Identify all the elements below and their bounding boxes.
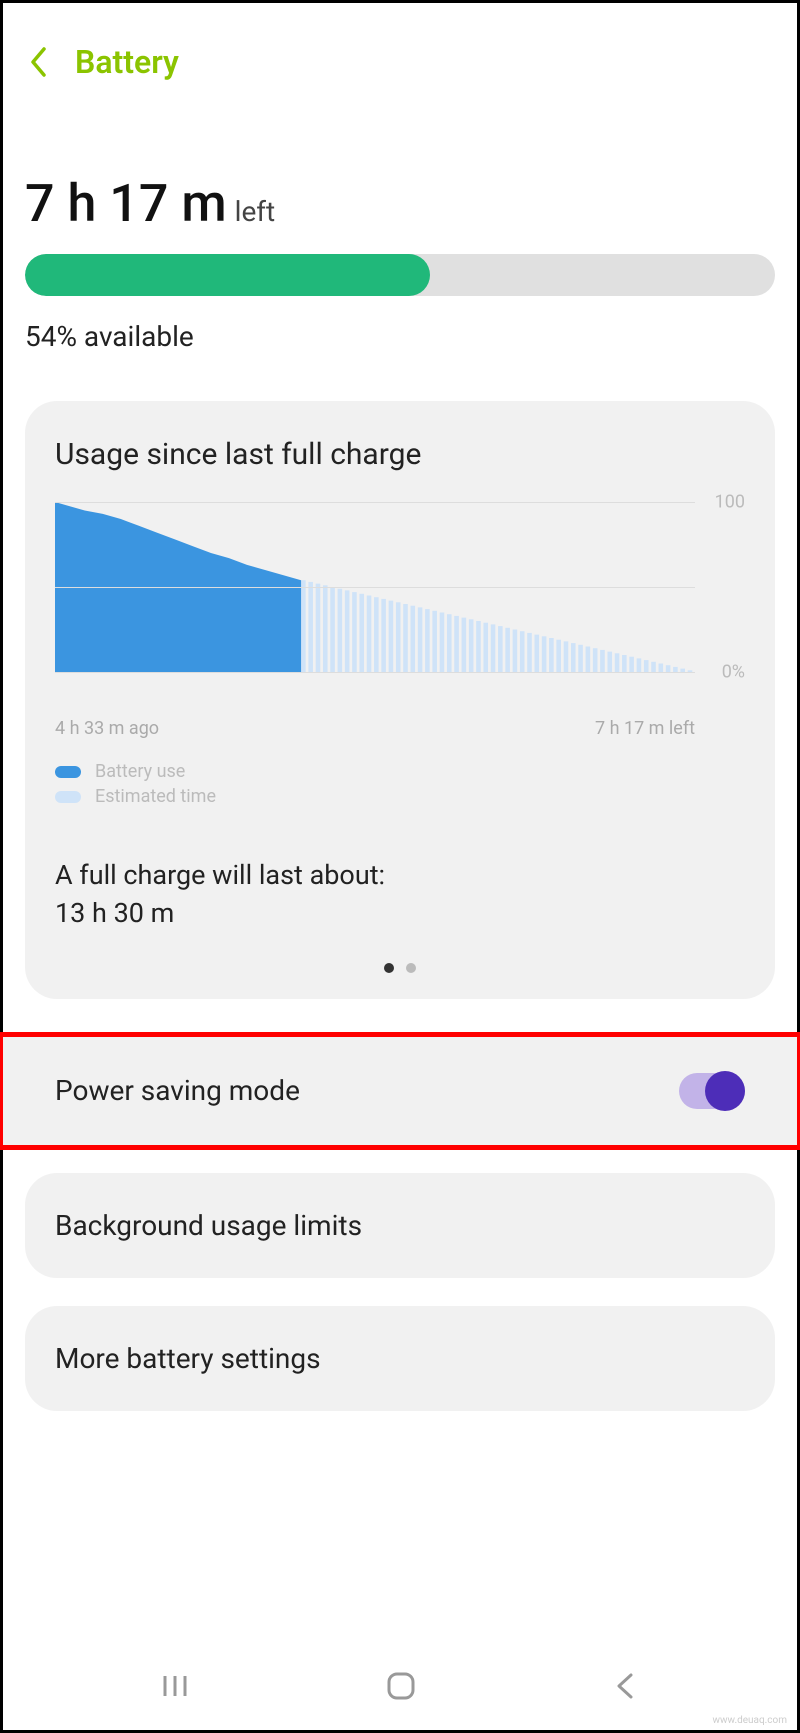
legend-use-swatch	[55, 766, 81, 778]
time-left-value: 7 h 17 m	[25, 173, 227, 234]
nav-home-icon[interactable]	[384, 1669, 418, 1707]
chart-y-bottom: 0%	[722, 662, 745, 683]
power-saving-label: Power saving mode	[55, 1074, 300, 1107]
full-charge-line1: A full charge will last about:	[55, 857, 745, 895]
chart-x-end: 7 h 17 m left	[595, 718, 695, 739]
battery-percent-label: 54% available	[25, 320, 775, 353]
toggle-knob	[705, 1071, 745, 1111]
more-settings-label: More battery settings	[55, 1342, 321, 1375]
chart-y-top: 100	[715, 492, 745, 513]
back-icon[interactable]	[25, 48, 53, 76]
battery-progress	[25, 254, 775, 296]
pager[interactable]	[55, 963, 745, 973]
usage-card[interactable]: Usage since last full charge 100 0% 4 h …	[25, 401, 775, 999]
power-saving-toggle[interactable]	[679, 1073, 745, 1109]
bg-limits-row[interactable]: Background usage limits	[25, 1173, 775, 1278]
page-title: Battery	[75, 43, 179, 81]
full-charge-line2: 13 h 30 m	[55, 895, 745, 933]
time-left-suffix: left	[235, 195, 276, 228]
legend-use-label: Battery use	[95, 761, 185, 782]
battery-progress-fill	[25, 254, 430, 296]
legend-est-label: Estimated time	[95, 786, 216, 807]
nav-recents-icon[interactable]	[159, 1670, 191, 1706]
chart-x-start: 4 h 33 m ago	[55, 718, 159, 739]
more-settings-row[interactable]: More battery settings	[25, 1306, 775, 1411]
watermark: www.deuaq.com	[713, 1715, 788, 1726]
pager-dot-1[interactable]	[384, 963, 394, 973]
power-saving-row[interactable]: Power saving mode	[3, 1037, 797, 1145]
usage-card-title: Usage since last full charge	[55, 437, 745, 472]
android-navbar	[3, 1656, 797, 1720]
bg-limits-label: Background usage limits	[55, 1209, 362, 1242]
pager-dot-2[interactable]	[406, 963, 416, 973]
legend-est-swatch	[55, 791, 81, 803]
nav-back-icon[interactable]	[611, 1671, 641, 1705]
